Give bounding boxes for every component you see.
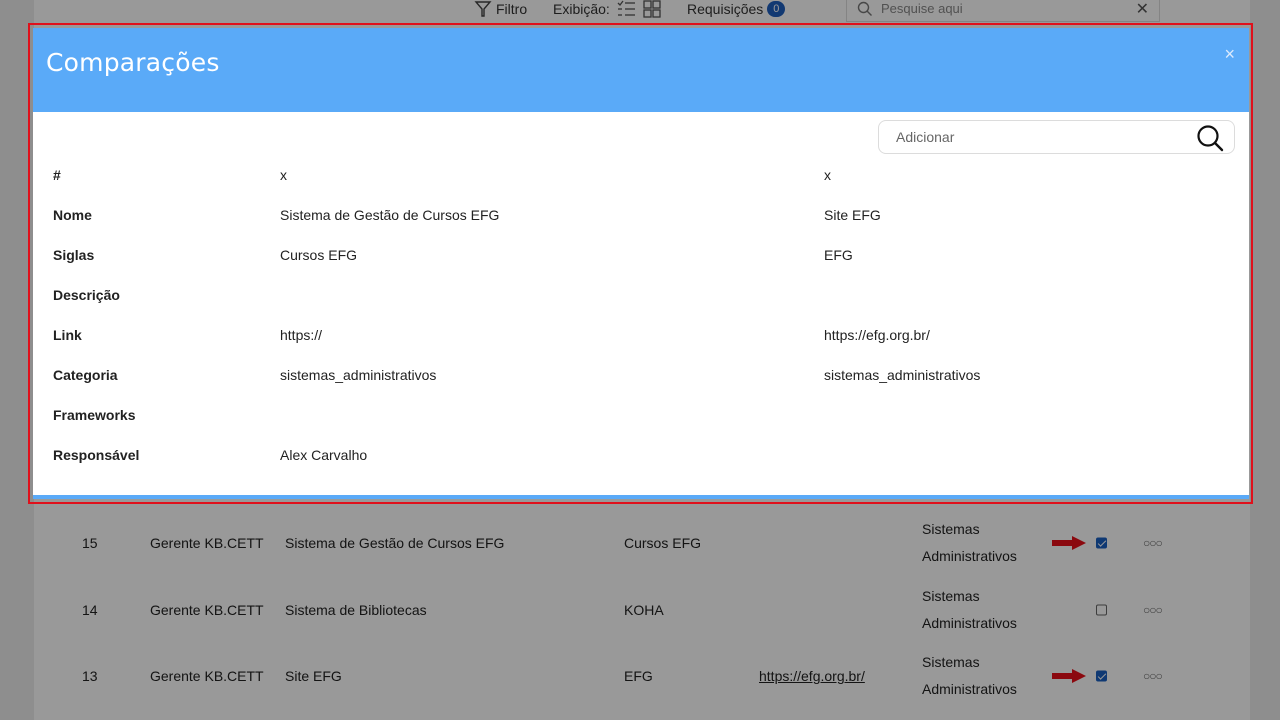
comparison-label: Categoria	[53, 367, 118, 383]
comparison-value-1: Sistema de Gestão de Cursos EFG	[280, 207, 500, 223]
close-icon[interactable]: ×	[1224, 44, 1235, 65]
comparison-row: Categoria sistemas_administrativos sistema…	[33, 367, 1249, 387]
comparison-value-1: Alex Carvalho	[280, 447, 368, 463]
comparison-label: Frameworks	[53, 407, 136, 423]
modal-bottom-bar	[33, 495, 1249, 499]
comparison-label: Responsável	[53, 447, 140, 463]
add-comparison-input[interactable]	[896, 129, 1176, 145]
comparison-label: Nome	[53, 207, 92, 223]
comparison-label: Link	[53, 327, 82, 343]
search-icon[interactable]	[1196, 124, 1224, 152]
comparison-row: Responsável Alex Carvalho	[33, 447, 1249, 467]
modal-header: Comparações ×	[33, 28, 1249, 112]
comparison-row: Descrição	[33, 287, 1249, 307]
comparison-value-1: Cursos EFG	[280, 247, 358, 263]
comparison-label: #	[53, 167, 61, 183]
comparison-value-2: https://efg.org.br/	[824, 327, 930, 343]
remove-second-item-button[interactable]: x	[824, 167, 831, 183]
remove-first-item-button[interactable]: x	[280, 167, 287, 183]
comparison-row: Siglas Cursos EFG EFG	[33, 247, 1249, 267]
comparison-label: Siglas	[53, 247, 95, 263]
comparison-value-2: Site EFG	[824, 207, 881, 223]
comparison-row: Link https:// https://efg.org.br/	[33, 327, 1249, 347]
comparison-row: Nome Sistema de Gestão de Cursos EFG Site …	[33, 207, 1249, 227]
comparison-row: Frameworks	[33, 407, 1249, 427]
comparison-value-1: https://	[280, 327, 323, 343]
comparisons-modal: Comparações × # x x Nome Sistema de Gestão d…	[33, 28, 1249, 499]
comparison-row: # x x	[33, 167, 1249, 187]
comparison-label: Descrição	[53, 287, 120, 303]
add-comparison-field[interactable]	[878, 120, 1235, 154]
modal-title: Comparações	[46, 48, 220, 77]
comparison-value-2: EFG	[824, 247, 853, 263]
comparison-value-2: sistemas_administrativos	[824, 367, 981, 383]
comparison-value-1: sistemas_administrativos	[280, 367, 437, 383]
